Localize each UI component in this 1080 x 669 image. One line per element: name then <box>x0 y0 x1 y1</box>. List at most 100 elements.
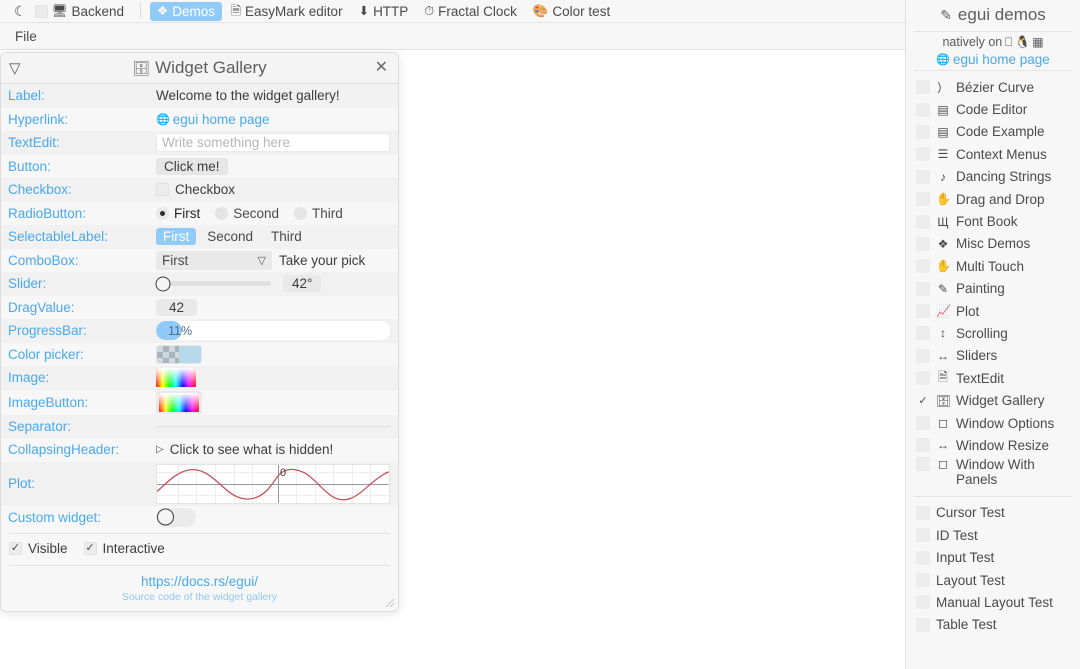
tab-easymark-editor[interactable]: 🗎 EasyMark editor <box>224 2 350 21</box>
row-plot: Plot: 0 <box>1 461 398 506</box>
demo-label: Dancing Strings <box>956 169 1052 185</box>
demo-item-window-resize[interactable]: ↔ Window Resize <box>916 434 1080 456</box>
demo-item-multi-touch[interactable]: ✋ Multi Touch <box>916 255 1080 277</box>
drag-value[interactable]: 42 <box>156 298 198 316</box>
combobox[interactable]: First ▽ <box>156 250 272 270</box>
theme-toggle-moon-icon[interactable]: ☾ <box>8 4 33 18</box>
demo-checkbox[interactable] <box>916 416 930 431</box>
demo-checkbox[interactable] <box>916 236 930 251</box>
demo-item-drag-and-drop[interactable]: ✋ Drag and Drop <box>916 188 1080 210</box>
tab-demos-label: Demos <box>172 3 215 19</box>
plot-widget[interactable]: 0 <box>156 463 390 504</box>
natively-on-row: natively on  🐧 ▦ <box>906 35 1080 49</box>
demo-checkbox[interactable] <box>916 438 930 453</box>
test-checkbox[interactable] <box>916 550 930 565</box>
window-title-bar[interactable]: ▽ 🗄 Widget Gallery ✕ <box>1 53 398 84</box>
color-picker-swatch[interactable] <box>156 344 202 364</box>
test-checkbox[interactable] <box>916 528 930 543</box>
checkbox-label: Checkbox <box>175 182 236 198</box>
slider-handle[interactable] <box>155 276 171 292</box>
interactive-checkbox[interactable]: ✓ Interactive <box>83 541 165 556</box>
demo-checkbox[interactable] <box>916 259 930 274</box>
backend-button[interactable]: 🖥 Backend <box>50 2 131 21</box>
triangle-down-icon[interactable]: ▽ <box>9 59 21 77</box>
tab-color-test[interactable]: 🎨 Color test <box>526 2 617 21</box>
demo-item-textedit[interactable]: 🗎 TextEdit <box>916 367 1080 389</box>
source-code-link[interactable]: Source code of the widget gallery <box>1 591 398 603</box>
demo-list: ） Bézier Curve ▤ Code Editor ▤ Code Example… <box>906 74 1080 493</box>
test-checkbox[interactable] <box>916 595 930 610</box>
close-icon[interactable]: ✕ <box>375 60 388 76</box>
rainbow-image <box>156 368 196 388</box>
radio-third[interactable]: Third <box>294 206 343 221</box>
menu-item-file[interactable]: File <box>10 27 42 46</box>
demo-checkbox[interactable] <box>916 281 930 296</box>
demo-item-font-book[interactable]: Щ Font Book <box>916 210 1080 232</box>
demo-checkbox[interactable] <box>916 456 930 471</box>
demo-checkbox[interactable] <box>916 326 930 341</box>
demo-item-window-options[interactable]: ◻ Window Options <box>916 412 1080 434</box>
demo-checkbox[interactable] <box>916 214 930 229</box>
demo-item-code-editor[interactable]: ▤ Code Editor <box>916 98 1080 120</box>
demo-item-painting[interactable]: ✎ Painting <box>916 278 1080 300</box>
demo-checkbox[interactable] <box>916 304 930 319</box>
demo-checkbox[interactable] <box>916 80 930 95</box>
demo-checkbox[interactable] <box>916 102 930 117</box>
demo-checkbox[interactable] <box>916 192 930 207</box>
tab-demos[interactable]: ❖ Demos <box>149 1 222 21</box>
test-item-input-test[interactable]: Input Test <box>916 546 1080 568</box>
demo-checkbox[interactable] <box>916 371 930 386</box>
demo-checkbox[interactable] <box>916 147 930 162</box>
demo-checkbox[interactable] <box>916 124 930 139</box>
slider-value[interactable]: 42° <box>283 275 322 293</box>
demo-checkbox[interactable] <box>916 169 930 184</box>
row-separator-name: Separator: <box>8 418 72 434</box>
visible-checkbox[interactable]: ✓ Visible <box>9 541 68 556</box>
egui-home-page-link[interactable]: 🌐 egui home page <box>156 112 270 127</box>
test-checkbox[interactable] <box>916 505 930 520</box>
rainbow-image-button[interactable] <box>156 390 202 414</box>
pencil-icon: ✎ <box>940 6 952 23</box>
demo-item-context-menus[interactable]: ☰ Context Menus <box>916 143 1080 165</box>
demo-item-scrolling[interactable]: ↕ Scrolling <box>916 322 1080 344</box>
demo-item-misc-demos[interactable]: ❖ Misc Demos <box>916 233 1080 255</box>
progress-bar[interactable]: 11% <box>156 321 390 341</box>
radio-second[interactable]: Second <box>215 206 279 221</box>
row-radiobutton-name: RadioButton: <box>8 205 87 221</box>
collapsing-header[interactable]: ▷ Click to see what is hidden! <box>156 442 333 457</box>
demo-item-plot[interactable]: 📈 Plot <box>916 300 1080 322</box>
row-collapsingheader-name: CollapsingHeader: <box>8 442 120 458</box>
selectable-third[interactable]: Third <box>264 228 309 245</box>
test-checkbox[interactable] <box>916 573 930 587</box>
demo-item-dancing-strings[interactable]: ♪ Dancing Strings <box>916 166 1080 188</box>
tab-fractal-clock[interactable]: ⏱ Fractal Clock <box>417 2 524 21</box>
demo-checkbox-checked[interactable]: ✓ <box>916 394 930 408</box>
selectable-second[interactable]: Second <box>200 228 260 245</box>
slider-track[interactable] <box>155 276 271 292</box>
docs-link[interactable]: https://docs.rs/egui/ <box>1 574 398 589</box>
demo-item-bezier-curve[interactable]: ） Bézier Curve <box>916 76 1080 98</box>
test-checkbox[interactable] <box>916 617 930 632</box>
resize-grip-icon[interactable] <box>385 598 395 608</box>
demo-checkbox[interactable] <box>916 348 930 363</box>
test-item-layout-test[interactable]: Layout Test <box>916 569 1080 591</box>
checkbox-control[interactable]: Checkbox <box>156 182 235 197</box>
backend-checkbox[interactable] <box>34 4 48 18</box>
test-item-manual-layout-test[interactable]: Manual Layout Test <box>916 591 1080 613</box>
test-item-cursor-test[interactable]: Cursor Test <box>916 502 1080 524</box>
right-panel: ✎ egui demos natively on  🐧 ▦ 🌐 egui ho… <box>905 0 1080 669</box>
radio-first[interactable]: First <box>156 206 200 221</box>
click-me-button[interactable]: Click me! <box>156 157 228 175</box>
text-input[interactable]: Write something here <box>156 133 390 153</box>
egui-home-page-link[interactable]: 🌐 egui home page <box>936 52 1050 67</box>
demo-item-sliders[interactable]: ↔ Sliders <box>916 345 1080 367</box>
toggle-switch[interactable] <box>156 507 196 527</box>
combobox-hint: Take your pick <box>279 252 366 268</box>
test-item-table-test[interactable]: Table Test <box>916 614 1080 636</box>
test-item-id-test[interactable]: ID Test <box>916 524 1080 546</box>
tab-http[interactable]: ⬇ HTTP <box>352 2 416 21</box>
demo-item-window-with-panels[interactable]: ◻ Window With Panels <box>916 456 1080 493</box>
demo-item-widget-gallery[interactable]: ✓ 🗄 Widget Gallery <box>916 389 1080 411</box>
demo-item-code-example[interactable]: ▤ Code Example <box>916 121 1080 143</box>
selectable-first[interactable]: First <box>156 228 197 246</box>
